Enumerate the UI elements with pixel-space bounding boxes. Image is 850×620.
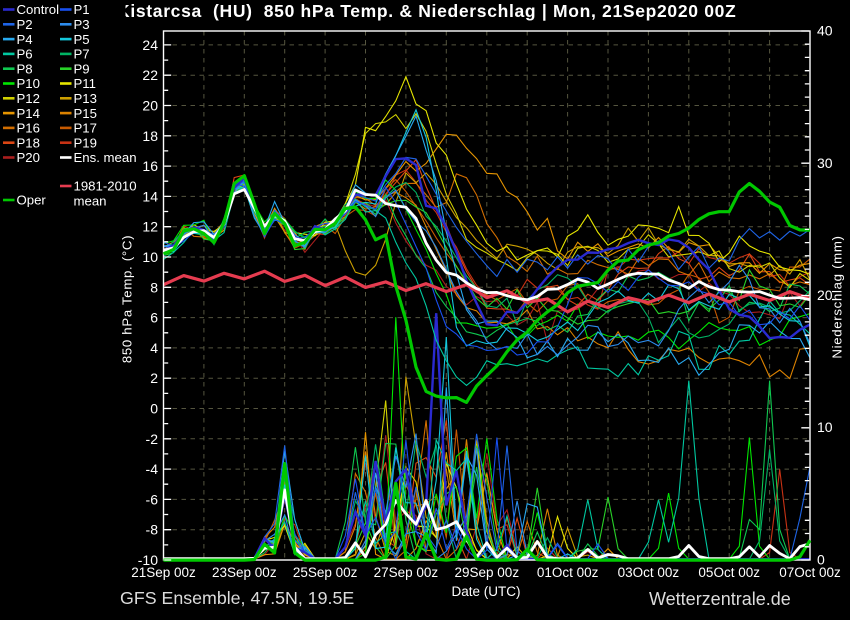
svg-text:-8: -8	[146, 522, 159, 538]
svg-text:mean: mean	[74, 194, 107, 209]
svg-text:-6: -6	[146, 491, 159, 507]
svg-text:P12: P12	[17, 91, 40, 106]
svg-text:P13: P13	[74, 91, 97, 106]
svg-text:P4: P4	[17, 32, 33, 47]
svg-text:20: 20	[142, 98, 158, 114]
svg-text:30: 30	[817, 155, 833, 171]
svg-text:P9: P9	[74, 61, 90, 76]
svg-text:10: 10	[142, 249, 158, 265]
svg-text:GFS Ensemble, 47.5N, 19.5E: GFS Ensemble, 47.5N, 19.5E	[120, 588, 354, 608]
svg-text:Date (UTC): Date (UTC)	[451, 584, 520, 599]
svg-text:27Sep 00z: 27Sep 00z	[374, 565, 439, 580]
svg-text:8: 8	[150, 279, 158, 295]
svg-text:Control: Control	[17, 2, 60, 17]
svg-text:P14: P14	[17, 106, 40, 121]
svg-text:P15: P15	[74, 106, 97, 121]
svg-text:05Oct 00z: 05Oct 00z	[698, 565, 760, 580]
svg-text:22: 22	[142, 67, 158, 83]
svg-text:12: 12	[142, 219, 158, 235]
svg-text:10: 10	[817, 419, 833, 435]
svg-text:25Sep 00z: 25Sep 00z	[293, 565, 358, 580]
svg-text:P18: P18	[17, 135, 40, 150]
svg-text:P17: P17	[74, 121, 97, 136]
svg-text:P8: P8	[17, 61, 33, 76]
svg-text:P1: P1	[74, 2, 90, 17]
svg-text:P3: P3	[74, 17, 90, 32]
svg-text:P7: P7	[74, 47, 90, 62]
svg-text:P11: P11	[74, 76, 97, 91]
svg-text:P16: P16	[17, 121, 40, 136]
svg-text:P19: P19	[74, 135, 97, 150]
svg-text:6: 6	[150, 310, 158, 326]
svg-text:24: 24	[142, 37, 158, 53]
svg-text:P10: P10	[17, 76, 40, 91]
svg-text:Ens. mean: Ens. mean	[74, 150, 137, 165]
svg-text:P20: P20	[17, 150, 40, 165]
svg-text:29Sep 00z: 29Sep 00z	[455, 565, 520, 580]
svg-text:01Oct 00z: 01Oct 00z	[537, 565, 599, 580]
svg-text:Oper: Oper	[17, 193, 47, 208]
svg-text:P5: P5	[74, 32, 90, 47]
svg-text:14: 14	[142, 188, 158, 204]
svg-text:-2: -2	[146, 431, 159, 447]
svg-text:4: 4	[150, 340, 158, 356]
svg-text:850 hPa Temp. (°C): 850 hPa Temp. (°C)	[120, 235, 135, 363]
svg-text:07Oct 00z: 07Oct 00z	[779, 565, 841, 580]
svg-text:40: 40	[817, 23, 833, 39]
svg-text:0: 0	[150, 401, 158, 417]
svg-text:21Sep 00z: 21Sep 00z	[131, 565, 196, 580]
svg-text:16: 16	[142, 158, 158, 174]
svg-text:03Oct 00z: 03Oct 00z	[618, 565, 680, 580]
svg-text:Wetterzentrale.de: Wetterzentrale.de	[649, 589, 791, 609]
svg-text:23Sep 00z: 23Sep 00z	[212, 565, 277, 580]
svg-text:Kistarcsa (HU) 850 hPa Temp.: Kistarcsa (HU) 850 hPa Temp. & Niedersch…	[117, 1, 736, 21]
svg-text:18: 18	[142, 128, 158, 144]
svg-text:1981-2010: 1981-2010	[74, 179, 137, 194]
svg-text:P6: P6	[17, 47, 33, 62]
svg-text:Niederschlag (mm): Niederschlag (mm)	[830, 235, 845, 358]
svg-text:P2: P2	[17, 17, 33, 32]
svg-text:2: 2	[150, 370, 158, 386]
svg-text:-4: -4	[146, 461, 159, 477]
